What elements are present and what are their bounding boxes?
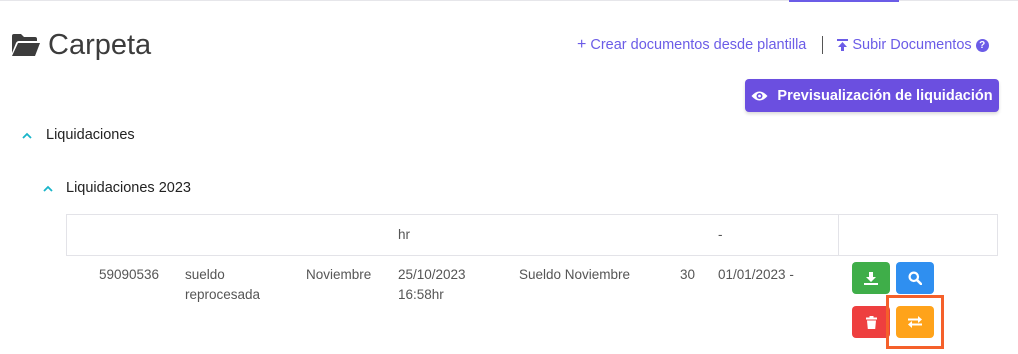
view-button[interactable] bbox=[896, 262, 934, 294]
download-icon bbox=[864, 271, 878, 285]
create-from-template-link[interactable]: + Crear documentos desde plantilla bbox=[577, 36, 807, 54]
help-icon[interactable]: ? bbox=[975, 38, 989, 52]
table-cell-period: 01/01/2023 - bbox=[718, 267, 794, 282]
table-cell-type-line2: reprocesada bbox=[185, 287, 261, 302]
table-cell-date: 25/10/2023 16:58hr bbox=[398, 265, 466, 305]
tree-node-label: Liquidaciones 2023 bbox=[66, 180, 191, 196]
table-cell-id: 59090536 bbox=[99, 267, 160, 282]
tree-node-label: Liquidaciones bbox=[46, 127, 135, 143]
highlight-annotation bbox=[886, 295, 944, 349]
column-separator bbox=[838, 214, 839, 255]
folder-open-icon bbox=[12, 34, 40, 56]
table-cell-days: 30 bbox=[680, 267, 696, 282]
download-button[interactable] bbox=[852, 262, 890, 294]
upload-documents-label: Subir Documentos bbox=[852, 37, 972, 53]
header-actions: + Crear documentos desde plantilla Subir… bbox=[577, 35, 989, 55]
preview-liquidation-label: Previsualización de liquidación bbox=[777, 87, 993, 104]
table-left-border bbox=[66, 214, 67, 255]
divider bbox=[822, 36, 824, 54]
delete-button[interactable] bbox=[852, 306, 890, 338]
tree-node-liquidaciones[interactable]: Liquidaciones bbox=[22, 127, 135, 143]
active-tab-indicator bbox=[789, 0, 899, 2]
search-icon bbox=[908, 271, 922, 285]
create-from-template-label: Crear documentos desde plantilla bbox=[590, 37, 807, 53]
upload-documents-link[interactable]: Subir Documentos ? bbox=[837, 37, 989, 53]
upload-icon bbox=[837, 39, 849, 51]
table-cell-period: - bbox=[718, 227, 723, 242]
table-right-border bbox=[997, 214, 998, 255]
table-cell-date: hr bbox=[398, 227, 411, 242]
tree-node-liquidaciones-2023[interactable]: Liquidaciones 2023 bbox=[43, 180, 191, 196]
table-cell-type-line1: sueldo bbox=[185, 267, 225, 282]
plus-icon: + bbox=[577, 36, 587, 53]
table-cell-date-line1: 25/10/2023 bbox=[398, 267, 466, 282]
chevron-up-icon bbox=[22, 132, 32, 139]
chevron-up-icon bbox=[43, 185, 53, 192]
table-cell-type: sueldo reprocesada bbox=[185, 265, 260, 305]
table-top-border bbox=[66, 214, 998, 215]
row-separator bbox=[66, 255, 998, 256]
preview-liquidation-button[interactable]: Previsualización de liquidación bbox=[745, 79, 999, 112]
trash-icon bbox=[865, 315, 877, 329]
page-title: Carpeta bbox=[48, 29, 152, 61]
eye-icon bbox=[751, 91, 768, 100]
table-cell-description: Sueldo Noviembre bbox=[519, 267, 631, 282]
table-cell-date-line2: 16:58hr bbox=[398, 287, 444, 302]
table-cell-month: Noviembre bbox=[306, 267, 372, 282]
